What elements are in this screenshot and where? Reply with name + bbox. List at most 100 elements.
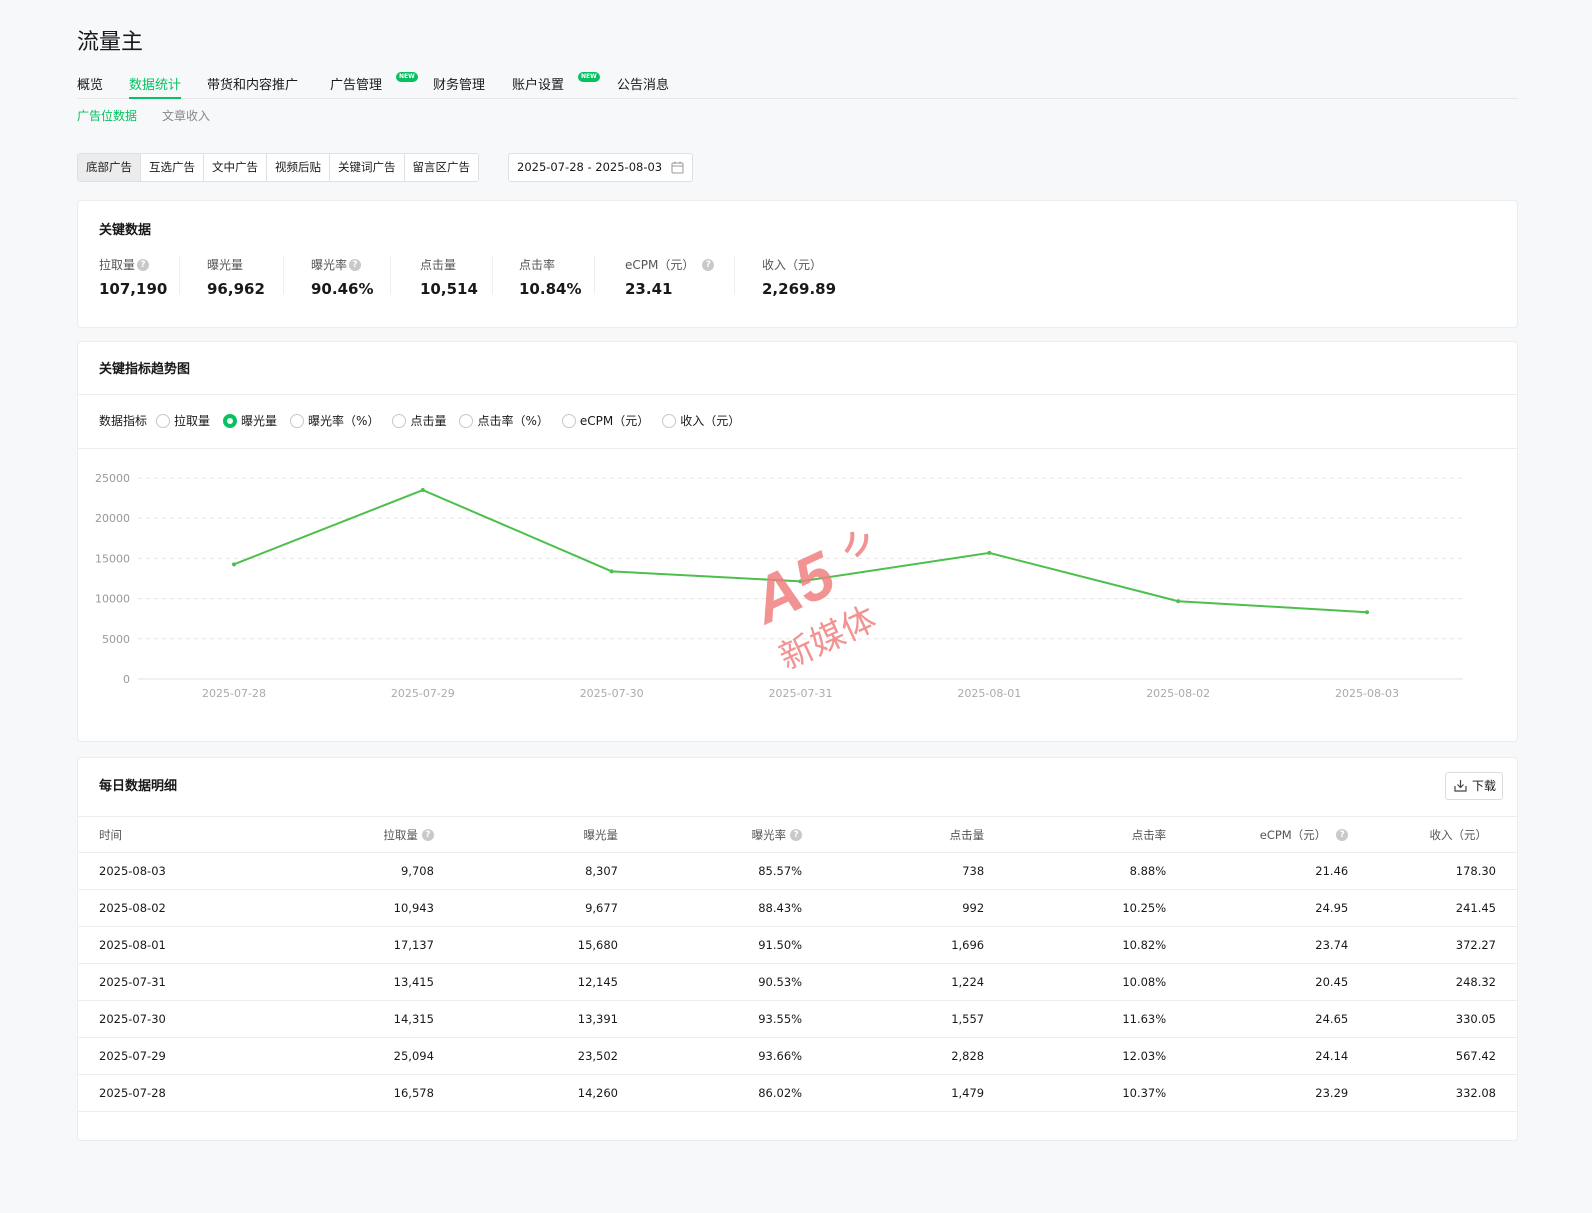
tab-overview[interactable]: 概览	[77, 74, 103, 99]
cell-ecpm: 21.46	[1166, 852, 1349, 890]
metric-label: 曝光率	[311, 258, 348, 272]
radio-label: 点击率（%）	[477, 414, 549, 428]
y-tick-label: 5000	[102, 633, 130, 646]
data-point[interactable]	[1365, 610, 1369, 615]
radio-circle[interactable]	[156, 413, 171, 428]
subtab-article-income[interactable]: 文章收入	[162, 107, 210, 124]
radio-click-count[interactable]: 点击量	[392, 412, 446, 429]
radio-circle[interactable]	[662, 413, 677, 428]
metric-divider	[492, 256, 493, 294]
tab-data-stats[interactable]: 数据统计	[129, 74, 182, 99]
help-icon[interactable]: ?	[349, 258, 362, 271]
cell-income: 332.08	[1348, 1074, 1517, 1112]
table-row: 2025-08-01 17,137 15,680 91.50% 1,696 10.82% 2…	[78, 926, 1517, 964]
watermark-logo: A5 新媒体	[739, 531, 883, 678]
radio-circle[interactable]	[392, 413, 407, 428]
help-icon[interactable]: ?	[421, 828, 434, 841]
cell-ecpm: 24.95	[1166, 889, 1349, 927]
tab-account-settings[interactable]: 账户设置	[512, 74, 564, 99]
col-header-label: 曝光量	[583, 827, 619, 842]
col-header-exposure-count[interactable]: 曝光量	[433, 816, 619, 853]
cell-pull-count: 9,708	[262, 852, 434, 890]
divider	[78, 448, 1517, 449]
radio-pull-count[interactable]: 拉取量	[156, 412, 210, 429]
tab-ad-management[interactable]: 广告管理	[330, 74, 382, 99]
data-point[interactable]	[232, 562, 236, 567]
metric-click-count: 点击量 10,514	[420, 256, 478, 298]
date-range-picker[interactable]: 2025-07-28 - 2025-08-03	[508, 153, 693, 182]
seg-mutual-select-ad[interactable]: 互选广告	[141, 154, 204, 181]
col-header-click-count[interactable]: 点击量	[802, 816, 985, 853]
download-icon	[1454, 780, 1467, 792]
col-header-ecpm[interactable]: eCPM（元）?	[1166, 816, 1349, 853]
table-row: 2025-07-28 16,578 14,260 86.02% 1,479 10.37% 2…	[78, 1074, 1517, 1112]
radio-ecpm[interactable]: eCPM（元）	[561, 412, 650, 429]
col-header-label: 拉取量	[383, 827, 418, 842]
cell-exposure-rate: 86.02%	[618, 1074, 803, 1112]
cell-exposure-count: 12,145	[433, 963, 618, 1001]
tab-finance[interactable]: 财务管理	[433, 74, 485, 99]
cell-income: 372.27	[1348, 926, 1517, 964]
cell-click-rate: 11.63%	[984, 1000, 1167, 1038]
cell-click-rate: 10.37%	[984, 1074, 1167, 1112]
daily-data-card: 每日数据明细 下载 时间 拉取量? 曝光量 曝光率? 点击量 点击率 eCPM（…	[77, 757, 1518, 1141]
data-point[interactable]	[987, 550, 992, 555]
cell-exposure-count: 9,677	[433, 889, 618, 927]
divider	[78, 394, 1517, 395]
table-row: 2025-07-31 13,415 12,145 90.53% 1,224 10.08% 2…	[78, 963, 1517, 1001]
col-header-click-rate[interactable]: 点击率	[984, 816, 1167, 853]
tab-commerce-promotion[interactable]: 带货和内容推广	[207, 74, 298, 99]
col-header-pull-count[interactable]: 拉取量?	[262, 816, 434, 853]
radio-label: eCPM（元）	[579, 414, 650, 428]
x-tick-label: 2025-08-01	[957, 687, 1021, 700]
radio-circle[interactable]	[459, 413, 474, 428]
table-row: 2025-07-29 25,094 23,502 93.66% 2,828 12.03% 2…	[78, 1037, 1517, 1075]
cell-pull-count: 10,943	[262, 889, 434, 927]
cell-exposure-count: 8,307	[433, 852, 618, 890]
y-tick-label: 25000	[95, 472, 130, 485]
x-tick-label: 2025-07-29	[391, 687, 455, 700]
help-icon[interactable]: ?	[1336, 828, 1349, 841]
download-button[interactable]: 下载	[1445, 772, 1503, 800]
seg-comment-area-ad[interactable]: 留言区广告	[405, 154, 479, 181]
col-header-label: 点击量	[949, 827, 985, 842]
radio-circle[interactable]	[223, 413, 238, 428]
cell-ecpm: 23.29	[1166, 1074, 1349, 1112]
radio-income[interactable]: 收入（元）	[662, 412, 740, 429]
col-header-exposure-rate[interactable]: 曝光率?	[618, 816, 803, 853]
help-icon[interactable]: ?	[702, 258, 715, 271]
col-header-time[interactable]: 时间	[78, 816, 263, 853]
seg-in-article-ad[interactable]: 文中广告	[204, 154, 267, 181]
help-icon[interactable]: ?	[790, 828, 803, 841]
metric-label: 点击率	[519, 258, 556, 272]
y-tick-label: 10000	[95, 593, 130, 606]
radio-circle[interactable]	[561, 413, 576, 428]
x-tick-label: 2025-08-03	[1335, 687, 1399, 700]
col-header-income[interactable]: 收入（元）	[1348, 816, 1517, 853]
radio-circle[interactable]	[290, 413, 305, 428]
x-tick-label: 2025-07-28	[202, 687, 266, 700]
metric-divider	[594, 256, 595, 294]
seg-bottom-ad[interactable]: 底部广告	[78, 154, 141, 181]
cell-click-count: 2,828	[802, 1037, 985, 1075]
data-point[interactable]	[609, 569, 614, 574]
metric-income: 收入（元） 2,269.89	[762, 256, 836, 298]
data-point[interactable]	[1176, 599, 1181, 604]
data-point[interactable]	[420, 488, 425, 493]
radio-exposure-rate[interactable]: 曝光率（%）	[290, 412, 379, 429]
key-data-title: 关键数据	[99, 223, 152, 238]
help-icon[interactable]: ?	[137, 258, 150, 271]
radio-click-rate[interactable]: 点击率（%）	[459, 412, 549, 429]
metric-value: 107,190	[99, 280, 168, 298]
radio-exposure-count[interactable]: 曝光量	[223, 412, 277, 429]
subtab-ad-slot-data[interactable]: 广告位数据	[77, 107, 137, 124]
page-title: 流量主	[77, 30, 144, 55]
metric-divider	[734, 256, 735, 294]
table-header-row: 时间 拉取量? 曝光量 曝光率? 点击量 点击率 eCPM（元）? 收入（元）	[78, 816, 1517, 853]
metric-value: 10.84%	[519, 280, 582, 298]
seg-keyword-ad[interactable]: 关键词广告	[330, 154, 405, 181]
seg-video-post-ad[interactable]: 视频后贴	[267, 154, 330, 181]
radio-label: 点击量	[410, 414, 447, 428]
tab-announcements[interactable]: 公告消息	[617, 74, 669, 99]
y-tick-label: 0	[123, 673, 130, 686]
